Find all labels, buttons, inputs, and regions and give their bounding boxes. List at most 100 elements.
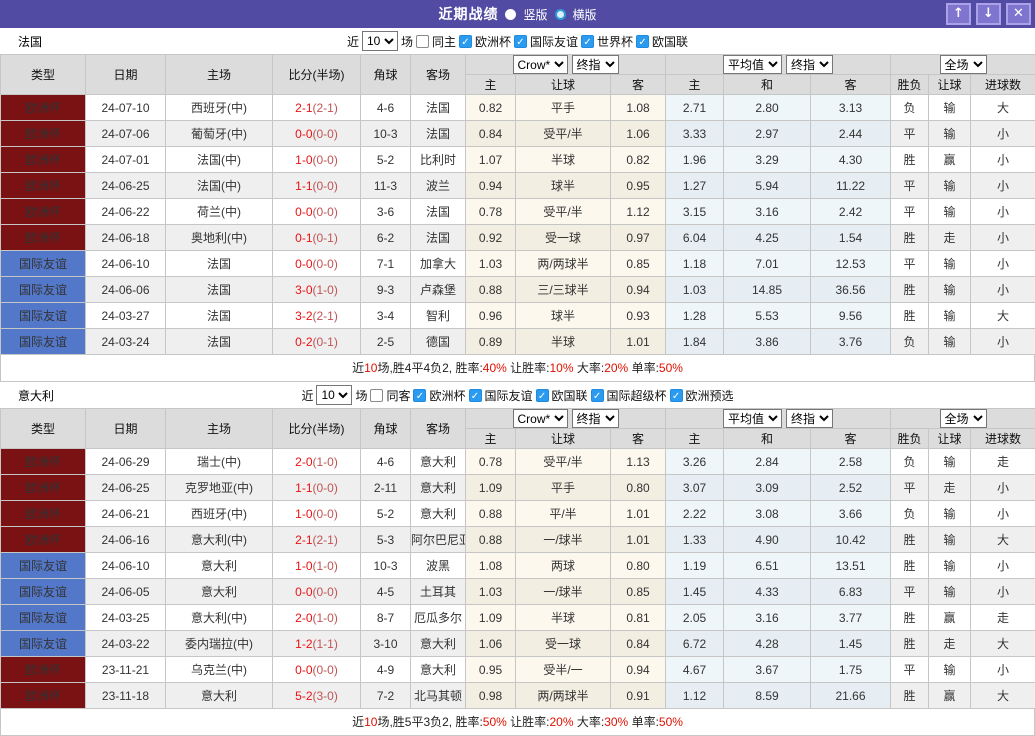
- full-score: 2-0: [295, 611, 312, 625]
- result-cell: 平: [891, 199, 929, 225]
- home-team-cell: 荷兰(中): [166, 199, 273, 225]
- handicap-line-cell: 受半/一: [516, 657, 611, 683]
- full-score: 2-1: [295, 101, 312, 115]
- away-team-cell: 波黑: [411, 553, 466, 579]
- full-score: 1-0: [295, 153, 312, 167]
- league-checkbox-2[interactable]: ✓: [536, 389, 549, 402]
- result-cell: 负: [891, 329, 929, 355]
- odds-period-select[interactable]: 终指: [572, 55, 619, 74]
- scope-group-header: 全场: [891, 55, 1035, 75]
- match-type-cell: 欧洲杯: [1, 475, 86, 501]
- away-win-odds-cell: 0.80: [611, 553, 666, 579]
- result-cell: 负: [891, 449, 929, 475]
- match-type-cell: 欧洲杯: [1, 501, 86, 527]
- league-checkbox-3[interactable]: ✓: [591, 389, 604, 402]
- half-score: (0-1): [313, 231, 338, 245]
- same-venue-checkbox[interactable]: [370, 389, 383, 402]
- avg-home-odds-cell: 3.33: [666, 121, 724, 147]
- avg-draw-odds-cell: 3.86: [724, 329, 811, 355]
- match-row: 国际友谊24-03-25意大利(中)2-0(1-0)8-7厄瓜多尔1.09半球0…: [1, 605, 1035, 631]
- avg-draw-odds-cell: 4.90: [724, 527, 811, 553]
- summary-row: 近10场,胜5平3负2, 胜率:50% 让胜率:20% 大率:30% 单率:50…: [0, 709, 1035, 736]
- home-win-odds-cell: 0.78: [466, 199, 516, 225]
- match-type-cell: 欧洲杯: [1, 199, 86, 225]
- league-checkbox-2[interactable]: ✓: [581, 35, 594, 48]
- league-label-4: 欧洲预选: [686, 387, 734, 404]
- scope-select[interactable]: 全场: [940, 409, 987, 428]
- close-button[interactable]: ✕: [1006, 3, 1031, 25]
- col-header-2: 主场: [166, 55, 273, 95]
- away-win-odds-cell: 0.97: [611, 225, 666, 251]
- avg-home-odds-cell: 2.22: [666, 501, 724, 527]
- league-checkbox-3[interactable]: ✓: [636, 35, 649, 48]
- home-win-odds-cell: 0.82: [466, 95, 516, 121]
- avg-away-odds-cell: 2.44: [811, 121, 891, 147]
- full-score: 0-0: [295, 663, 312, 677]
- same-venue-checkbox[interactable]: [416, 35, 429, 48]
- avg-home-odds-cell: 1.45: [666, 579, 724, 605]
- avg-home-odds-cell: 2.05: [666, 605, 724, 631]
- summary-text: 单率:: [628, 361, 659, 375]
- horizontal-layout-radio[interactable]: [555, 9, 566, 20]
- move-up-button[interactable]: ↑: [946, 3, 971, 25]
- away-team-cell: 法国: [411, 199, 466, 225]
- filter-row: 意大利近10场同客✓欧洲杯✓国际友谊✓欧国联✓国际超级杯✓欧洲预选: [0, 382, 1035, 408]
- handicap-line-cell: 受一球: [516, 631, 611, 657]
- handicap-line-cell: 球半: [516, 303, 611, 329]
- score-cell: 3-2(2-1): [273, 303, 361, 329]
- avg-source-select[interactable]: 平均值: [723, 409, 782, 428]
- handicap-line-cell: 受平/半: [516, 199, 611, 225]
- vertical-layout-radio[interactable]: [505, 9, 516, 20]
- full-score: 1-0: [295, 507, 312, 521]
- avg-home-odds-cell: 6.72: [666, 631, 724, 657]
- handicap-line-cell: 球半: [516, 173, 611, 199]
- date-cell: 24-06-05: [86, 579, 166, 605]
- league-checkbox-0[interactable]: ✓: [459, 35, 472, 48]
- result-cell: 平: [891, 251, 929, 277]
- score-cell: 1-1(0-0): [273, 475, 361, 501]
- away-team-cell: 意大利: [411, 657, 466, 683]
- vertical-layout-label[interactable]: 竖版: [523, 6, 547, 23]
- move-down-button[interactable]: ↓: [976, 3, 1001, 25]
- games-count-select[interactable]: 10: [316, 385, 352, 405]
- up-arrow-icon: ↑: [953, 6, 964, 21]
- league-checkbox-4[interactable]: ✓: [670, 389, 683, 402]
- result-cell: 负: [891, 95, 929, 121]
- horizontal-layout-label[interactable]: 横版: [573, 6, 597, 23]
- match-type-cell: 欧洲杯: [1, 147, 86, 173]
- avg-period-select[interactable]: 终指: [786, 55, 833, 74]
- match-type-cell: 欧洲杯: [1, 449, 86, 475]
- handicap-result-cell: 走: [929, 631, 971, 657]
- result-cell: 胜: [891, 683, 929, 709]
- odds-period-select[interactable]: 终指: [572, 409, 619, 428]
- team-name: 意大利: [18, 387, 54, 404]
- scope-select[interactable]: 全场: [940, 55, 987, 74]
- home-win-odds-cell: 1.07: [466, 147, 516, 173]
- games-count-select[interactable]: 10: [362, 31, 398, 51]
- match-row: 欧洲杯24-07-10西班牙(中)2-1(2-1)4-6法国0.82平手1.08…: [1, 95, 1035, 121]
- avg-period-select[interactable]: 终指: [786, 409, 833, 428]
- half-score: (0-0): [313, 481, 338, 495]
- league-checkbox-0[interactable]: ✓: [413, 389, 426, 402]
- corners-cell: 4-9: [361, 657, 411, 683]
- goals-result-cell: 小: [971, 553, 1035, 579]
- handicap-line-cell: 半球: [516, 329, 611, 355]
- summary-value: 50%: [659, 715, 683, 729]
- avg-source-select[interactable]: 平均值: [723, 55, 782, 74]
- away-win-odds-cell: 0.81: [611, 605, 666, 631]
- date-cell: 24-06-10: [86, 251, 166, 277]
- odds-source-select[interactable]: Crow*: [513, 409, 568, 428]
- away-win-odds-cell: 1.01: [611, 501, 666, 527]
- match-type-cell: 欧洲杯: [1, 657, 86, 683]
- handicap-line-cell: 一/球半: [516, 527, 611, 553]
- col-header-0: 类型: [1, 409, 86, 449]
- league-checkbox-1[interactable]: ✓: [514, 35, 527, 48]
- result-cell: 平: [891, 579, 929, 605]
- score-cell: 0-0(0-0): [273, 199, 361, 225]
- home-team-cell: 法国: [166, 251, 273, 277]
- odds-source-select[interactable]: Crow*: [513, 55, 568, 74]
- league-checkbox-1[interactable]: ✓: [469, 389, 482, 402]
- date-cell: 24-07-06: [86, 121, 166, 147]
- scope-group-header: 全场: [891, 409, 1035, 429]
- col-header-5: 客场: [411, 409, 466, 449]
